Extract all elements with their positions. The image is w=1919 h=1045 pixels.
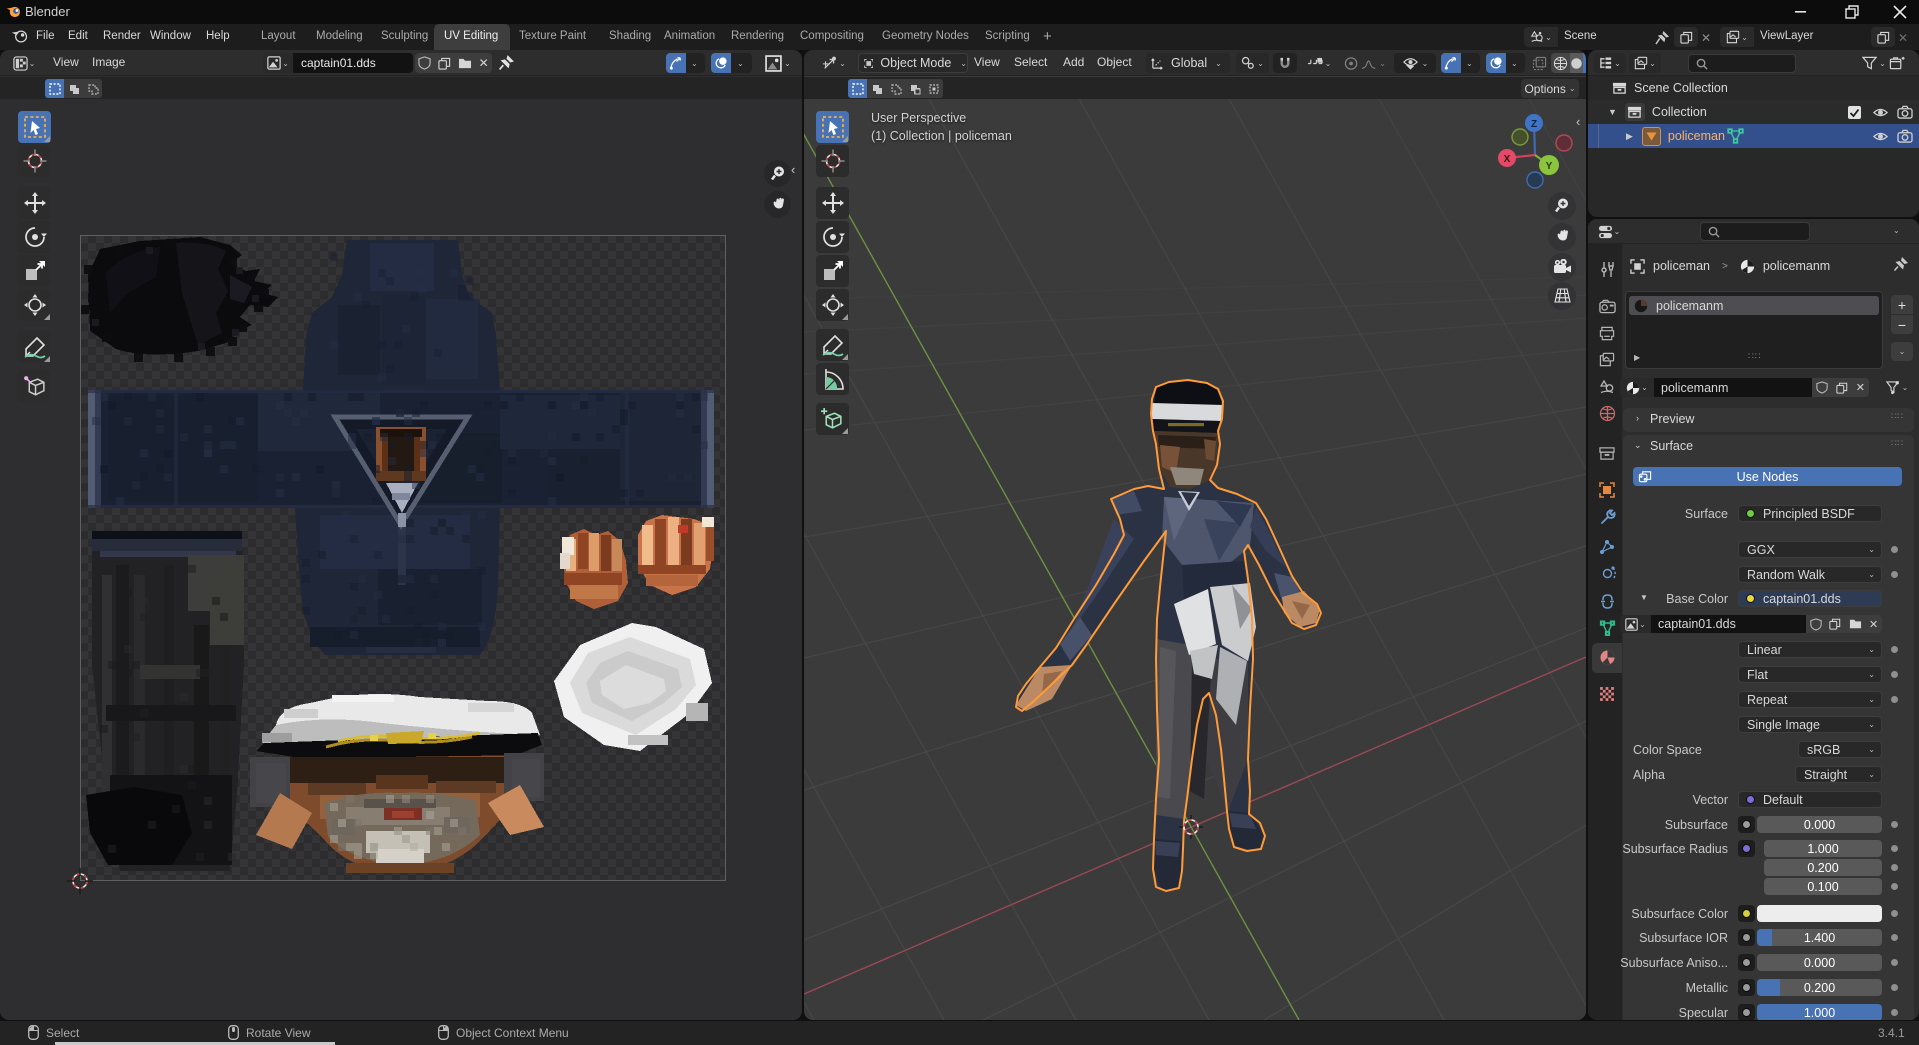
svg-text:Z: Z bbox=[1531, 119, 1537, 130]
svg-text:X: X bbox=[1504, 154, 1511, 165]
svg-text:Y: Y bbox=[1546, 161, 1553, 172]
